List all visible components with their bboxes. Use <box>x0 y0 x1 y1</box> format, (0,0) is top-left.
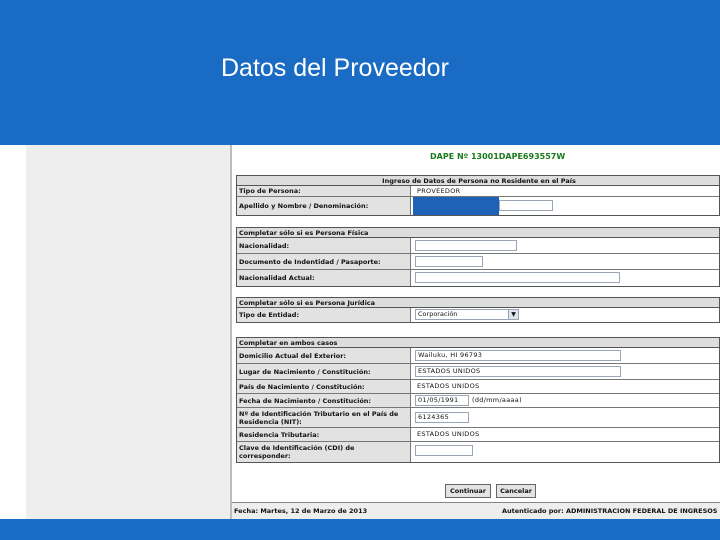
tipo-entidad-selected: Corporación <box>418 310 458 318</box>
cdi-label: Clave de Identificación (CDI) de corresp… <box>237 442 411 462</box>
documento-label: Documento de Indentidad / Pasaporte: <box>237 254 411 269</box>
section-title: Completar sólo si es Persona Jurídica <box>237 298 719 308</box>
residencia-tributaria-value: ESTADOS UNIDOS <box>417 430 480 438</box>
form-row: Lugar de Nacimiento / Constitución: ESTA… <box>237 364 719 380</box>
pais-nacimiento-value: ESTADOS UNIDOS <box>417 382 480 390</box>
nit-value-cell: 6124365 <box>413 408 719 427</box>
redacted-block <box>413 197 499 215</box>
tipo-entidad-value-cell: Corporación ▼ <box>413 308 719 322</box>
section-title: Completar en ambos casos <box>237 338 719 348</box>
slide-footer <box>0 519 720 540</box>
form-row: Residencia Tributaria: ESTADOS UNIDOS <box>237 428 719 442</box>
lugar-nacimiento-label: Lugar de Nacimiento / Constitución: <box>237 364 411 379</box>
cdi-value-cell <box>413 442 719 462</box>
document-id: DAPE Nº 13001DAPE693557W <box>430 152 566 161</box>
section-title: Ingreso de Datos de Persona no Residente… <box>237 176 719 186</box>
form-row: Fecha de Nacimiento / Constitución: 01/0… <box>237 394 719 408</box>
denominacion-label: Apellido y Nombre / Denominación: <box>237 197 411 215</box>
form-row: Clave de Identificación (CDI) de corresp… <box>237 442 719 462</box>
left-gray-panel <box>26 145 230 519</box>
tipo-persona-value: PROVEEDOR <box>417 187 461 195</box>
tipo-persona-label: Tipo de Persona: <box>237 186 411 196</box>
tipo-entidad-label: Tipo de Entidad: <box>237 308 411 322</box>
status-date: Fecha: Martes, 12 de Marzo de 2013 <box>234 507 368 515</box>
section-persona-no-residente: Ingreso de Datos de Persona no Residente… <box>236 175 720 216</box>
documento-value-cell <box>413 254 719 269</box>
status-bar: Fecha: Martes, 12 de Marzo de 2013 Auten… <box>232 502 720 519</box>
nacionalidad-actual-label: Nacionalidad Actual: <box>237 270 411 286</box>
form-row: País de Nacimiento / Constitución: ESTAD… <box>237 380 719 394</box>
nacionalidad-label: Nacionalidad: <box>237 238 411 253</box>
fecha-nacimiento-input[interactable]: 01/05/1991 <box>415 395 469 406</box>
domicilio-value-cell: Wailuku, HI 96793 <box>413 348 719 363</box>
fecha-nacimiento-label: Fecha de Nacimiento / Constitución: <box>237 394 411 407</box>
tipo-persona-value-cell: PROVEEDOR <box>413 186 719 196</box>
documento-input[interactable] <box>415 256 483 267</box>
status-authenticated: Autenticado por: ADMINISTRACION FEDERAL … <box>502 507 718 515</box>
form-row: Apellido y Nombre / Denominación: <box>237 197 719 215</box>
domicilio-label: Domicilio Actual del Exterior: <box>237 348 411 363</box>
form-row: Nacionalidad Actual: <box>237 270 719 286</box>
form-row: Nacionalidad: <box>237 238 719 254</box>
form-row: Documento de Indentidad / Pasaporte: <box>237 254 719 270</box>
section-persona-fisica: Completar sólo si es Persona Física Naci… <box>236 227 720 287</box>
section-ambos-casos: Completar en ambos casos Domicilio Actua… <box>236 337 720 463</box>
nit-label: Nº de Identificación Tributario en el Pa… <box>237 408 411 427</box>
pais-nacimiento-label: País de Nacimiento / Constitución: <box>237 380 411 393</box>
fecha-nacimiento-value-cell: 01/05/1991 (dd/mm/aaaa) <box>413 394 719 407</box>
nit-input[interactable]: 6124365 <box>415 412 469 423</box>
chevron-down-icon[interactable]: ▼ <box>508 310 518 319</box>
denominacion-input[interactable] <box>499 200 553 211</box>
lugar-nacimiento-value-cell: ESTADOS UNIDOS <box>413 364 719 379</box>
form-row: Tipo de Entidad: Corporación ▼ <box>237 308 719 322</box>
section-title: Completar sólo si es Persona Física <box>237 228 719 238</box>
lugar-nacimiento-input[interactable]: ESTADOS UNIDOS <box>415 366 621 377</box>
nacionalidad-actual-input[interactable] <box>415 272 620 283</box>
slide-title: Datos del Proveedor <box>221 54 449 82</box>
form-row: Nº de Identificación Tributario en el Pa… <box>237 408 719 428</box>
form-row: Tipo de Persona: PROVEEDOR <box>237 186 719 197</box>
residencia-tributaria-label: Residencia Tributaria: <box>237 428 411 441</box>
form-row: Domicilio Actual del Exterior: Wailuku, … <box>237 348 719 364</box>
residencia-tributaria-value-cell: ESTADOS UNIDOS <box>413 428 719 441</box>
nacionalidad-actual-value-cell <box>413 270 719 286</box>
domicilio-input[interactable]: Wailuku, HI 96793 <box>415 350 621 361</box>
fecha-format-hint: (dd/mm/aaaa) <box>472 396 522 404</box>
section-persona-juridica: Completar sólo si es Persona Jurídica Ti… <box>236 297 720 323</box>
denominacion-value-cell <box>413 197 719 215</box>
pais-nacimiento-value-cell: ESTADOS UNIDOS <box>413 380 719 393</box>
cdi-input[interactable] <box>415 445 473 456</box>
nacionalidad-input[interactable] <box>415 240 517 251</box>
tipo-entidad-select[interactable]: Corporación ▼ <box>415 309 519 320</box>
cancel-button[interactable]: Cancelar <box>496 484 536 498</box>
form-screenshot: DAPE Nº 13001DAPE693557W Ingreso de Dato… <box>232 145 720 519</box>
continue-button[interactable]: Continuar <box>445 484 491 498</box>
nacionalidad-value-cell <box>413 238 719 253</box>
